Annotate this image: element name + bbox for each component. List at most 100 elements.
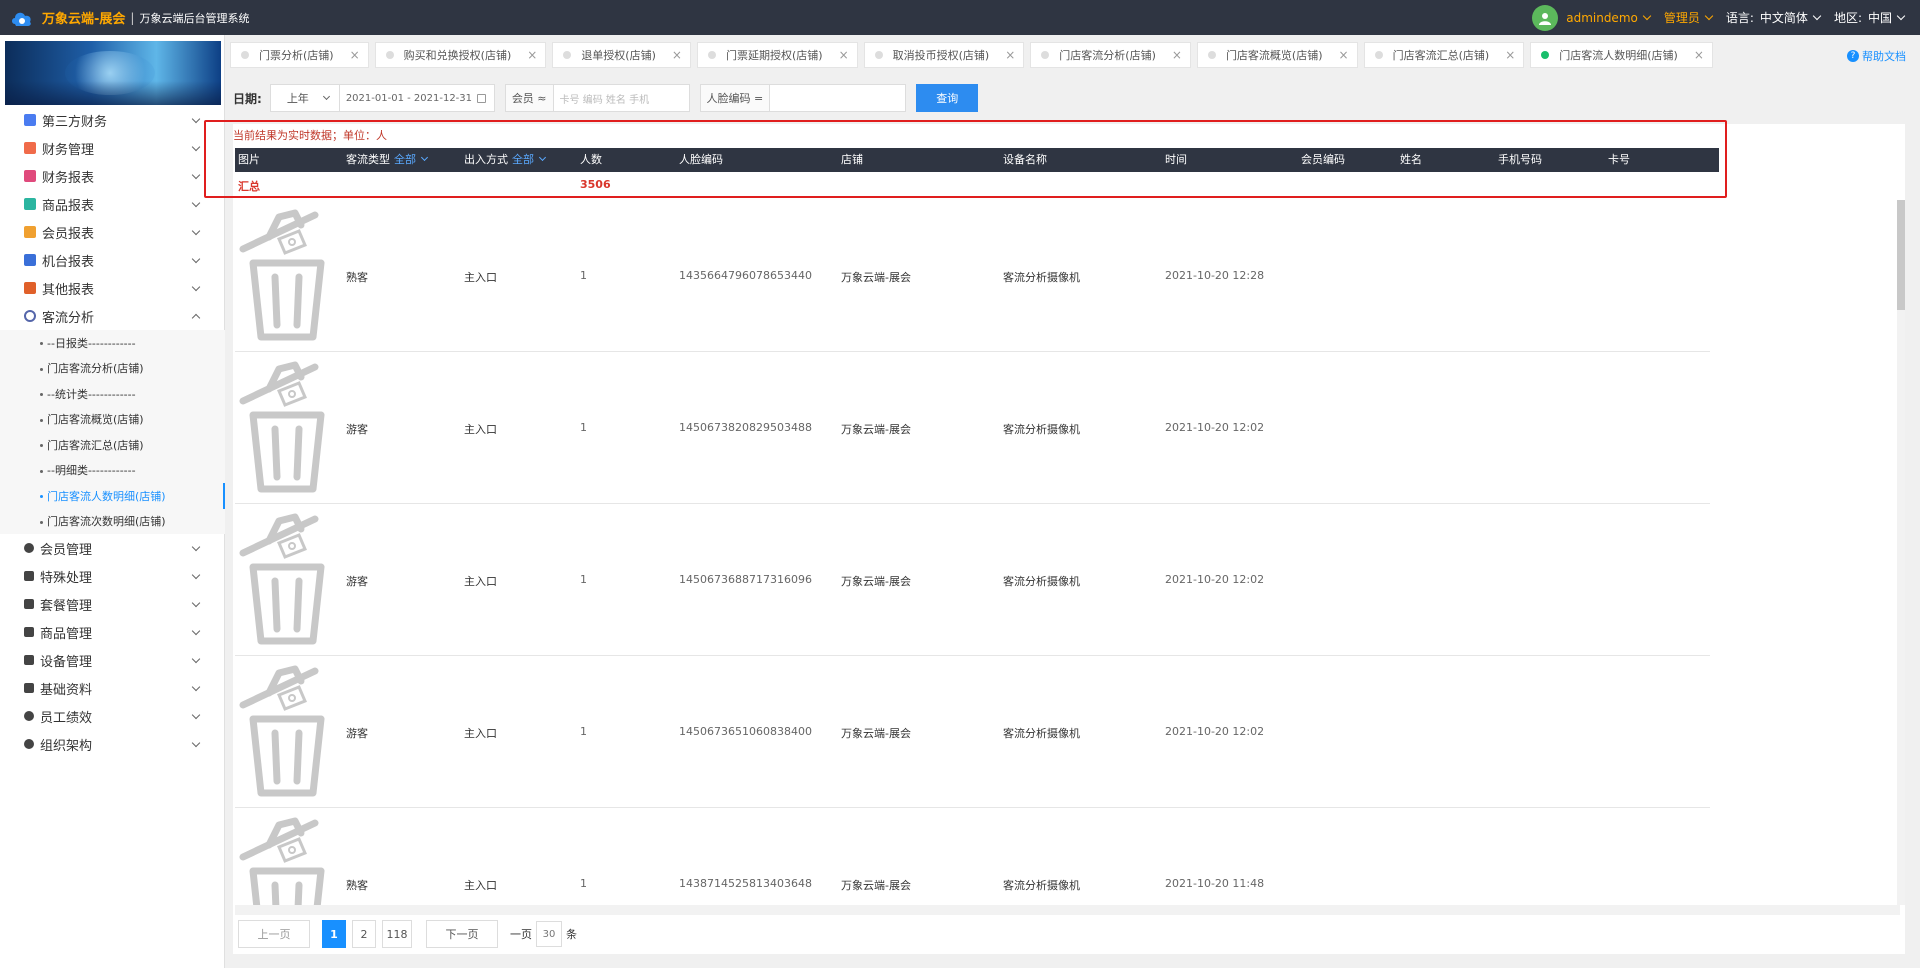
status-dot-icon (385, 51, 394, 59)
finance-book-icon (24, 114, 36, 126)
sidebar-item-bottom-8[interactable]: 组织架构 (0, 730, 225, 758)
sidebar-item-bottom-7[interactable]: 员工绩效 (0, 702, 225, 730)
close-icon[interactable]: × (1005, 48, 1015, 62)
page-number-button[interactable]: 2 (352, 920, 376, 948)
page-numbers: 1 2 118 (322, 920, 418, 948)
tab-5[interactable]: 取消投币授权(店铺) × (863, 42, 1025, 68)
sidebar-item-label: 商品管理 (40, 626, 93, 642)
cell-direction: 主入口 (464, 575, 497, 588)
region-menu[interactable]: 地区: 中国 (1834, 9, 1906, 26)
sidebar-item-bottom-4[interactable]: 商品管理 (0, 618, 225, 646)
trash-image-icon (239, 661, 331, 801)
sidebar-item-label: 设备管理 (40, 654, 93, 670)
tab-1[interactable]: 门票分析(店铺) × (230, 42, 369, 68)
org-icon (24, 739, 34, 749)
close-icon[interactable]: × (1505, 48, 1515, 62)
tab-7[interactable]: 门店客流概览(店铺) × (1196, 42, 1358, 68)
close-icon[interactable]: × (350, 48, 360, 62)
close-icon[interactable]: × (1172, 48, 1182, 62)
table-row[interactable]: 游客 主入口 1 1450673820829503488 万象云端-展会 客流分析摄像机 2… (235, 352, 1710, 504)
table-row[interactable]: 游客 主入口 1 1450673688717316096 万象云端-展会 客流分析摄像机 2… (235, 504, 1710, 656)
submenu-item[interactable]: --明细类------------ (0, 458, 225, 484)
target-icon (24, 310, 36, 322)
submenu-item[interactable]: 门店客流分析(店铺) (0, 356, 225, 382)
close-icon[interactable]: × (1694, 48, 1704, 62)
submenu-item[interactable]: --统计类------------ (0, 381, 225, 407)
close-icon[interactable]: × (527, 48, 537, 62)
submenu-item[interactable]: 门店客流汇总(店铺) (0, 432, 225, 458)
tab-2[interactable]: 购买和兑换授权(店铺) × (374, 42, 547, 68)
period-select[interactable]: 上年 (269, 84, 340, 112)
chevron-down-icon (191, 654, 201, 664)
submenu-item-label: 门店客流分析(店铺) (47, 362, 144, 376)
sidebar-item-6[interactable]: 机台报表 (0, 246, 225, 274)
user-menu[interactable]: admindemo (1532, 4, 1652, 31)
submenu-item[interactable]: 门店客流次数明细(店铺) (0, 509, 225, 535)
vertical-scrollbar[interactable] (1897, 200, 1905, 905)
sidebar-item-label: 组织架构 (40, 738, 93, 754)
sidebar-item-4[interactable]: 商品报表 (0, 190, 225, 218)
submenu-item[interactable]: 门店客流人数明细(店铺) (0, 483, 225, 509)
cell-direction: 主入口 (464, 727, 497, 740)
cell-device: 客流分析摄像机 (1003, 423, 1080, 436)
sidebar-item-bottom-3[interactable]: 套餐管理 (0, 590, 225, 618)
table-row[interactable]: 熟客 主入口 1 1435664796078653440 万象云端-展会 客流分析摄像机 2… (235, 200, 1710, 352)
sidebar-item-1[interactable]: 第三方财务 (0, 106, 225, 134)
chevron-down-icon (1704, 11, 1714, 21)
page-number-button[interactable]: 118 (382, 920, 412, 948)
face-code-input[interactable] (770, 85, 905, 111)
status-dot-icon (707, 51, 716, 59)
sidebar-item-2[interactable]: 财务管理 (0, 134, 225, 162)
close-icon[interactable]: × (672, 48, 682, 62)
cell-store: 万象云端-展会 (841, 423, 911, 436)
sidebar-item-7[interactable]: 其他报表 (0, 274, 225, 302)
tab-4[interactable]: 门票延期授权(店铺) × (696, 42, 858, 68)
sidebar-item-label: 第三方财务 (42, 114, 108, 130)
cell-time: 2021-10-20 12:02 (1165, 725, 1265, 738)
page-number-button[interactable]: 1 (322, 920, 346, 948)
sidebar-item-5[interactable]: 会员报表 (0, 218, 225, 246)
scrollbar-thumb[interactable] (1897, 200, 1905, 310)
close-icon[interactable]: × (839, 48, 849, 62)
member-filter: 会员 ≈ 卡号 编码 姓名 手机 (504, 84, 690, 112)
table-row[interactable]: 游客 主入口 1 1450673651060838400 万象云端-展会 客流分析摄像机 2… (235, 656, 1710, 808)
next-page-button[interactable]: 下一页 (426, 920, 498, 948)
submenu-item-label: 门店客流人数明细(店铺) (47, 489, 166, 503)
sidebar-item-label: 客流分析 (42, 310, 95, 326)
sidebar-item-label: 会员报表 (42, 226, 95, 242)
sidebar-item-bottom-5[interactable]: 设备管理 (0, 646, 225, 674)
close-icon[interactable]: × (1339, 48, 1349, 62)
tab-6[interactable]: 门店客流分析(店铺) × (1030, 42, 1191, 68)
status-dot-icon (241, 51, 249, 59)
trash-image-icon (239, 357, 331, 497)
region-value: 中国 (1867, 11, 1892, 25)
chevron-down-icon (191, 598, 201, 608)
sidebar-item-bottom-2[interactable]: 特殊处理 (0, 562, 225, 590)
help-link[interactable]: ? 帮助文档 (1847, 48, 1906, 64)
member-input[interactable]: 卡号 编码 姓名 手机 (554, 85, 689, 111)
tab-8[interactable]: 门店客流汇总(店铺) × (1363, 42, 1525, 68)
trash-image-icon (239, 509, 331, 649)
chevron-down-icon (1896, 11, 1906, 21)
chevron-down-icon (322, 92, 330, 101)
tab-3[interactable]: 退单授权(店铺) × (552, 42, 691, 68)
table-body: 熟客 主入口 1 1435664796078653440 万象云端-展会 客流分析摄像机 2… (235, 200, 1710, 905)
sidebar-item-3[interactable]: 财务报表 (0, 162, 225, 190)
sidebar-item-bottom-6[interactable]: 基础资料 (0, 674, 225, 702)
role-menu[interactable]: 管理员 (1664, 9, 1714, 26)
language-menu[interactable]: 语言: 中文简体 (1726, 9, 1822, 26)
submenu-item[interactable]: --日报类------------ (0, 330, 225, 356)
date-range-picker[interactable]: 2021-01-01 - 2021-12-31 (339, 84, 495, 112)
horizontal-scrollbar[interactable] (235, 905, 1900, 915)
query-button[interactable]: 查询 (916, 84, 979, 112)
tab-9[interactable]: 门店客流人数明细(店铺) × (1530, 42, 1713, 68)
sidebar-item-8[interactable]: 客流分析 (0, 302, 225, 330)
table-row[interactable]: 熟客 主入口 1 1438714525813403648 万象云端-展会 客流分析摄像机 2… (235, 808, 1710, 905)
sidebar-item-bottom-1[interactable]: 会员管理 (0, 534, 225, 562)
sidebar: 第三方财务财务管理 财务报表 商品报表会员报表机台报表 其他报表客流分析 --日报类-… (0, 35, 225, 968)
per-page-input[interactable]: 30 (536, 921, 562, 947)
submenu-item[interactable]: 门店客流概览(店铺) (0, 407, 225, 433)
prev-page-button[interactable]: 上一页 (238, 920, 310, 948)
device-icon (24, 655, 34, 665)
cell-direction: 主入口 (464, 423, 497, 436)
